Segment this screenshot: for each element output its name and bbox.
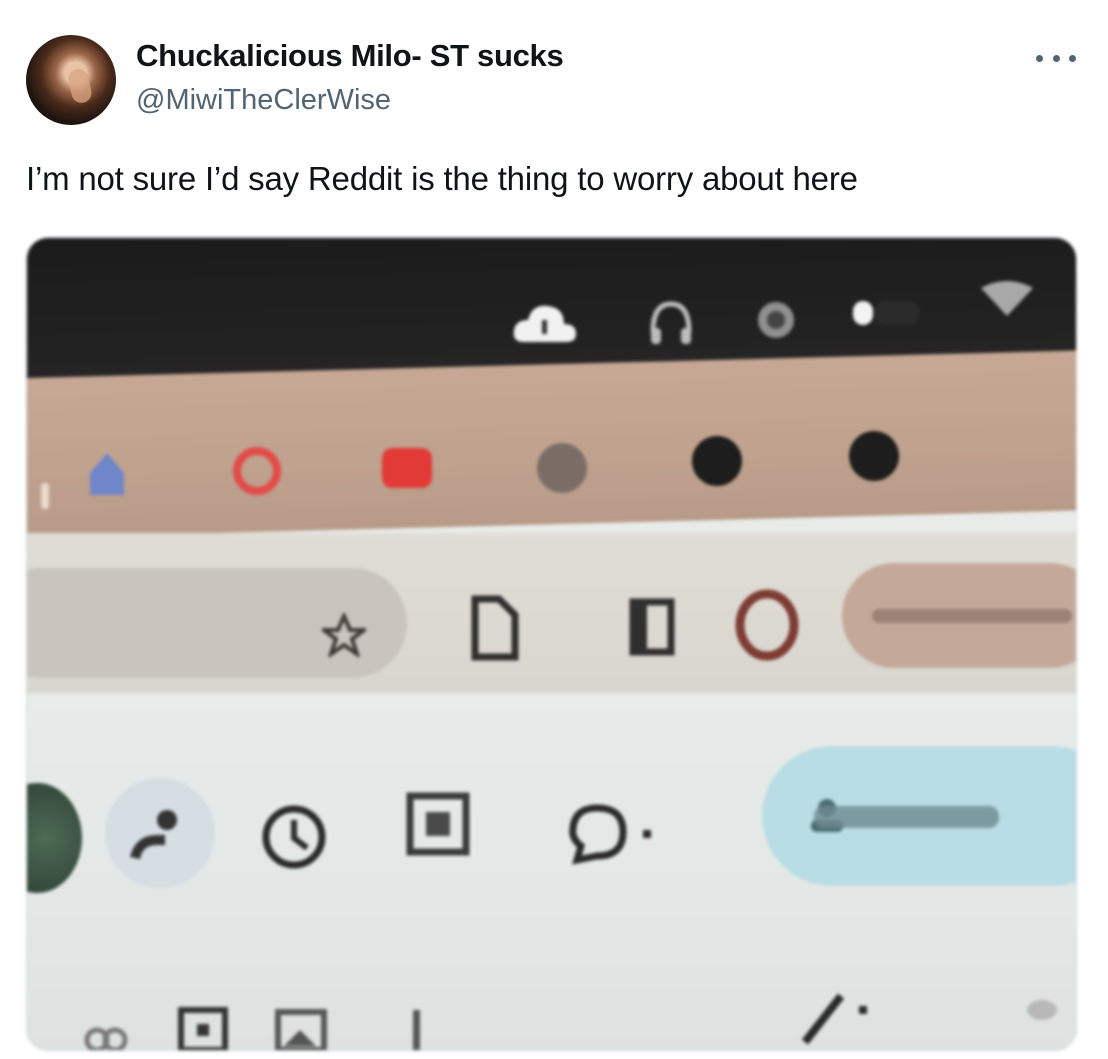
star-icon[interactable] [322, 613, 366, 657]
link-icon[interactable] [77, 1018, 137, 1051]
divider [413, 1010, 420, 1050]
avatar-photo-detail [66, 67, 94, 105]
wifi-icon [981, 281, 1033, 316]
blurred-icon [1027, 1000, 1057, 1020]
image-icon[interactable] [402, 788, 482, 866]
profile-ring-icon[interactable] [732, 586, 802, 664]
tweet-media-photo[interactable] [26, 237, 1077, 1051]
tab-favicon-blue [90, 453, 124, 495]
tab-separator [41, 483, 49, 509]
blurred-share-label [814, 806, 999, 828]
extension-pill-button[interactable] [842, 563, 1076, 668]
sidebar-icon[interactable] [627, 596, 677, 658]
tab-favicon-black [849, 431, 899, 481]
dot [1069, 54, 1076, 62]
people-icon [130, 810, 177, 860]
page-icon[interactable] [467, 593, 523, 663]
more-options-icon[interactable] [1036, 46, 1076, 70]
share-button[interactable] [762, 746, 1076, 886]
tab-favicon-red-square [382, 448, 432, 488]
cloud-icon [513, 305, 576, 342]
tweet-text: I’m not sure I’d say Reddit is the thing… [26, 160, 858, 197]
profile-avatar[interactable] [26, 35, 116, 125]
settings-icon [758, 302, 794, 338]
people-button[interactable] [105, 778, 215, 888]
headphones-icon [650, 301, 692, 344]
tab-favicon-gray [537, 443, 587, 493]
comment-icon[interactable] [565, 798, 675, 868]
dot [1036, 54, 1043, 62]
add-image-icon[interactable] [175, 1004, 233, 1051]
user-handle[interactable]: @MiwiTheClerWise [136, 84, 391, 117]
tab-favicon-black [692, 436, 742, 486]
dot [1052, 54, 1060, 62]
history-icon[interactable] [255, 798, 333, 876]
pen-icon[interactable] [797, 988, 887, 1048]
blurred-label [872, 609, 1072, 623]
tab-favicon-red-ring [233, 447, 281, 495]
image-icon[interactable] [272, 1006, 332, 1051]
battery-icon [853, 301, 919, 325]
display-name[interactable]: Chuckalicious Milo- ST sucks [136, 38, 564, 74]
